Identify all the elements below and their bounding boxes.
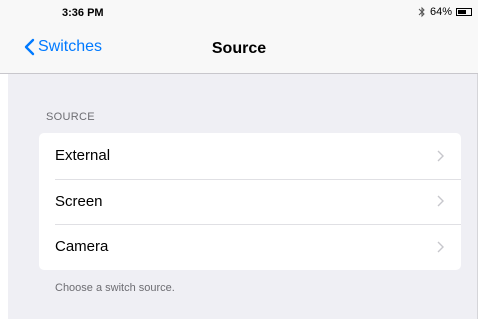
battery-icon [456, 8, 472, 16]
list-item-label: External [55, 147, 111, 165]
chevron-right-icon [437, 241, 444, 253]
battery-fill [458, 10, 466, 14]
status-indicators: 64% [418, 6, 472, 18]
source-list: External Screen Camera [39, 133, 461, 270]
section-footer: Choose a switch source. [55, 282, 175, 294]
navigation-bar: Switches Source [0, 26, 478, 74]
list-item-screen[interactable]: Screen [39, 178, 461, 225]
chevron-right-icon [437, 150, 444, 162]
list-item-label: Screen [55, 192, 103, 210]
settings-screen: 3:36 PM 64% Switches Source SOURCE Exter… [0, 0, 478, 319]
status-bar: 3:36 PM 64% [0, 0, 478, 26]
battery-percent: 64% [429, 6, 452, 18]
page-title: Source [211, 40, 267, 57]
chevron-right-icon [437, 195, 444, 207]
status-time: 3:36 PM [62, 7, 104, 19]
section-header: SOURCE [46, 111, 95, 123]
list-item-external[interactable]: External [39, 133, 461, 179]
list-item-label: Camera [55, 238, 109, 256]
bluetooth-icon [418, 6, 425, 18]
list-item-camera[interactable]: Camera [39, 224, 461, 270]
